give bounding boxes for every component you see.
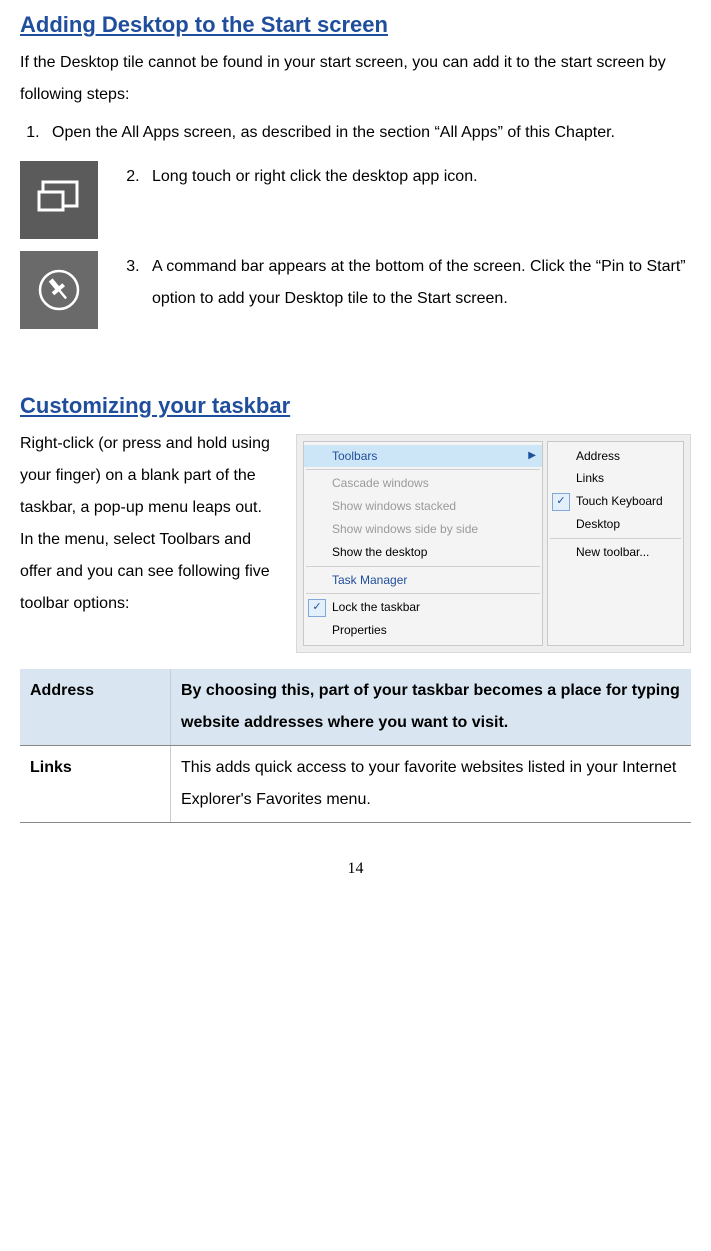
step-3: A command bar appears at the bottom of t… bbox=[144, 251, 691, 315]
menu-item-show-desktop[interactable]: Show the desktop bbox=[304, 541, 542, 564]
check-icon: ✓ bbox=[308, 599, 326, 617]
intro-text: If the Desktop tile cannot be found in y… bbox=[20, 47, 691, 111]
menu-separator bbox=[306, 469, 540, 470]
step-2: Long touch or right click the desktop ap… bbox=[144, 161, 691, 193]
menu-item-task-manager[interactable]: Task Manager bbox=[304, 569, 542, 592]
menu-item-sidebyside[interactable]: Show windows side by side bbox=[304, 518, 542, 541]
menu-label: Toolbars bbox=[332, 449, 377, 463]
menu-item-cascade[interactable]: Cascade windows bbox=[304, 472, 542, 495]
heading-customizing-taskbar: Customizing your taskbar bbox=[20, 391, 691, 422]
check-icon: ✓ bbox=[552, 493, 570, 511]
desktop-tile-icon bbox=[20, 161, 98, 239]
submenu-item-links[interactable]: Links bbox=[548, 467, 683, 490]
menu-item-stacked[interactable]: Show windows stacked bbox=[304, 495, 542, 518]
menu-label: Touch Keyboard bbox=[576, 494, 663, 508]
customize-body: Right-click (or press and hold using you… bbox=[20, 428, 278, 620]
menu-item-lock-taskbar[interactable]: ✓ Lock the taskbar bbox=[304, 596, 542, 619]
submenu-item-new-toolbar[interactable]: New toolbar... bbox=[548, 541, 683, 564]
menu-separator bbox=[550, 538, 681, 539]
context-menu-main: Toolbars ▶ Cascade windows Show windows … bbox=[303, 441, 543, 646]
page-number: 14 bbox=[20, 853, 691, 885]
table-row: Links This adds quick access to your fav… bbox=[20, 745, 691, 822]
submenu-item-address[interactable]: Address bbox=[548, 445, 683, 468]
menu-separator bbox=[306, 593, 540, 594]
pin-tile-icon bbox=[20, 251, 98, 329]
step-1: Open the All Apps screen, as described i… bbox=[44, 117, 691, 149]
heading-adding-desktop: Adding Desktop to the Start screen bbox=[20, 10, 691, 41]
menu-separator bbox=[306, 566, 540, 567]
table-header-desc: By choosing this, part of your taskbar b… bbox=[171, 669, 692, 746]
context-menu-sub: Address Links ✓ Touch Keyboard Desktop N… bbox=[547, 441, 684, 646]
table-cell-desc: This adds quick access to your favorite … bbox=[171, 745, 692, 822]
submenu-item-desktop[interactable]: Desktop bbox=[548, 513, 683, 536]
context-menu-figure: Toolbars ▶ Cascade windows Show windows … bbox=[296, 434, 691, 653]
submenu-arrow-icon: ▶ bbox=[528, 449, 536, 463]
table-header-label: Address bbox=[20, 669, 171, 746]
menu-item-toolbars[interactable]: Toolbars ▶ bbox=[304, 445, 542, 468]
menu-label: Lock the taskbar bbox=[332, 600, 420, 614]
menu-item-properties[interactable]: Properties bbox=[304, 619, 542, 642]
submenu-item-touch-keyboard[interactable]: ✓ Touch Keyboard bbox=[548, 490, 683, 513]
table-cell-label: Links bbox=[20, 745, 171, 822]
toolbar-options-table: Address By choosing this, part of your t… bbox=[20, 669, 691, 823]
